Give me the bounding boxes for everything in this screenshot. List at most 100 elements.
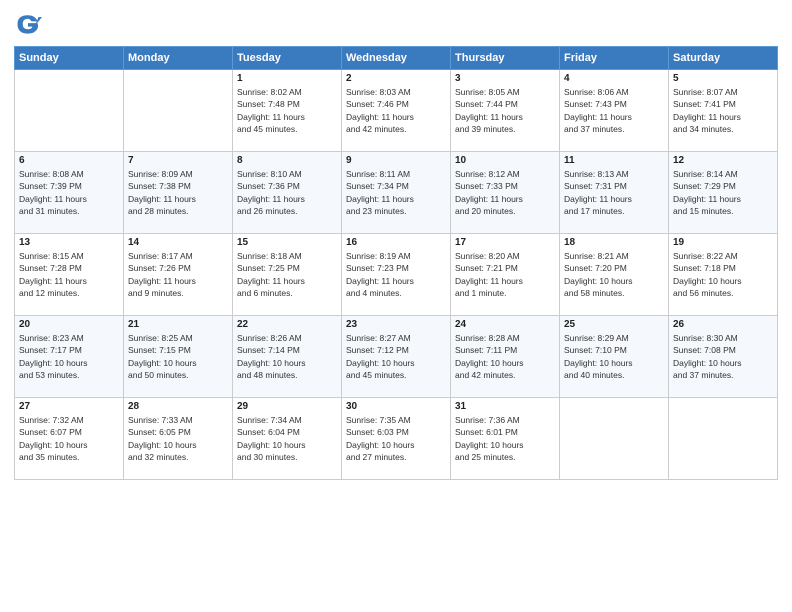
- calendar-cell: 5 Sunrise: 8:07 AM Sunset: 7:41 PM Daylig…: [669, 70, 778, 152]
- day-number: 30: [346, 401, 446, 412]
- week-row-4: 27 Sunrise: 7:32 AM Sunset: 6:07 PM Dayli…: [15, 398, 778, 480]
- day-number: 20: [19, 319, 119, 330]
- logo: [14, 10, 46, 38]
- day-number: 1: [237, 73, 337, 84]
- day-info: Sunrise: 8:15 AM Sunset: 7:28 PM Dayligh…: [19, 250, 119, 299]
- calendar-cell: 18Sunrise: 8:21 AM Sunset: 7:20 PM Dayli…: [560, 234, 669, 316]
- calendar-cell: 24 Sunrise: 8:28 AM Sunset: 7:11 PM Dayli…: [451, 316, 560, 398]
- day-number: 24: [455, 319, 555, 330]
- day-number: 8: [237, 155, 337, 166]
- day-info: Sunrise: 8:22 AM Sunset: 7:18 PM Dayligh…: [673, 250, 773, 299]
- day-info: Sunrise: 8:02 AM Sunset: 7:48 PM Dayligh…: [237, 86, 337, 135]
- calendar-cell: 13Sunrise: 8:15 AM Sunset: 7:28 PM Dayli…: [15, 234, 124, 316]
- day-info: Sunrise: 8:17 AM Sunset: 7:26 PM Dayligh…: [128, 250, 228, 299]
- calendar-cell: 16Sunrise: 8:19 AM Sunset: 7:23 PM Dayli…: [342, 234, 451, 316]
- header-saturday: Saturday: [669, 47, 778, 70]
- calendar-cell: 4 Sunrise: 8:06 AM Sunset: 7:43 PM Daylig…: [560, 70, 669, 152]
- day-info: Sunrise: 8:11 AM Sunset: 7:34 PM Dayligh…: [346, 168, 446, 217]
- calendar-header: SundayMondayTuesdayWednesdayThursdayFrid…: [15, 47, 778, 70]
- day-number: 28: [128, 401, 228, 412]
- calendar-cell: 1 Sunrise: 8:02 AM Sunset: 7:48 PM Daylig…: [233, 70, 342, 152]
- header-friday: Friday: [560, 47, 669, 70]
- day-number: 23: [346, 319, 446, 330]
- day-info: Sunrise: 8:12 AM Sunset: 7:33 PM Dayligh…: [455, 168, 555, 217]
- day-number: 14: [128, 237, 228, 248]
- day-info: Sunrise: 8:03 AM Sunset: 7:46 PM Dayligh…: [346, 86, 446, 135]
- day-info: Sunrise: 8:26 AM Sunset: 7:14 PM Dayligh…: [237, 332, 337, 381]
- day-info: Sunrise: 7:36 AM Sunset: 6:01 PM Dayligh…: [455, 414, 555, 463]
- day-info: Sunrise: 7:33 AM Sunset: 6:05 PM Dayligh…: [128, 414, 228, 463]
- calendar-cell: 23 Sunrise: 8:27 AM Sunset: 7:12 PM Dayli…: [342, 316, 451, 398]
- day-info: Sunrise: 8:18 AM Sunset: 7:25 PM Dayligh…: [237, 250, 337, 299]
- header-tuesday: Tuesday: [233, 47, 342, 70]
- day-number: 22: [237, 319, 337, 330]
- calendar-cell: 17Sunrise: 8:20 AM Sunset: 7:21 PM Dayli…: [451, 234, 560, 316]
- day-info: Sunrise: 8:23 AM Sunset: 7:17 PM Dayligh…: [19, 332, 119, 381]
- header-thursday: Thursday: [451, 47, 560, 70]
- day-number: 10: [455, 155, 555, 166]
- day-info: Sunrise: 8:27 AM Sunset: 7:12 PM Dayligh…: [346, 332, 446, 381]
- day-number: 25: [564, 319, 664, 330]
- day-info: Sunrise: 8:29 AM Sunset: 7:10 PM Dayligh…: [564, 332, 664, 381]
- week-row-1: 6 Sunrise: 8:08 AM Sunset: 7:39 PM Daylig…: [15, 152, 778, 234]
- day-info: Sunrise: 8:13 AM Sunset: 7:31 PM Dayligh…: [564, 168, 664, 217]
- day-number: 6: [19, 155, 119, 166]
- calendar-cell: 6 Sunrise: 8:08 AM Sunset: 7:39 PM Daylig…: [15, 152, 124, 234]
- calendar-cell: 9Sunrise: 8:11 AM Sunset: 7:34 PM Daylig…: [342, 152, 451, 234]
- header-wednesday: Wednesday: [342, 47, 451, 70]
- day-info: Sunrise: 8:08 AM Sunset: 7:39 PM Dayligh…: [19, 168, 119, 217]
- day-number: 26: [673, 319, 773, 330]
- calendar-cell: [124, 70, 233, 152]
- calendar-cell: 15 Sunrise: 8:18 AM Sunset: 7:25 PM Dayli…: [233, 234, 342, 316]
- day-number: 2: [346, 73, 446, 84]
- calendar-cell: 22 Sunrise: 8:26 AM Sunset: 7:14 PM Dayli…: [233, 316, 342, 398]
- calendar-cell: 8Sunrise: 8:10 AM Sunset: 7:36 PM Daylig…: [233, 152, 342, 234]
- logo-icon: [14, 10, 42, 38]
- calendar-cell: 30Sunrise: 7:35 AM Sunset: 6:03 PM Dayli…: [342, 398, 451, 480]
- calendar-cell: 25 Sunrise: 8:29 AM Sunset: 7:10 PM Dayli…: [560, 316, 669, 398]
- day-info: Sunrise: 8:07 AM Sunset: 7:41 PM Dayligh…: [673, 86, 773, 135]
- calendar-cell: [669, 398, 778, 480]
- calendar-cell: 26 Sunrise: 8:30 AM Sunset: 7:08 PM Dayli…: [669, 316, 778, 398]
- day-number: 4: [564, 73, 664, 84]
- calendar-cell: 19 Sunrise: 8:22 AM Sunset: 7:18 PM Dayli…: [669, 234, 778, 316]
- calendar-cell: [560, 398, 669, 480]
- day-number: 19: [673, 237, 773, 248]
- calendar-cell: 20 Sunrise: 8:23 AM Sunset: 7:17 PM Dayli…: [15, 316, 124, 398]
- day-number: 15: [237, 237, 337, 248]
- calendar-cell: 11 Sunrise: 8:13 AM Sunset: 7:31 PM Dayli…: [560, 152, 669, 234]
- day-number: 16: [346, 237, 446, 248]
- day-info: Sunrise: 8:28 AM Sunset: 7:11 PM Dayligh…: [455, 332, 555, 381]
- calendar-cell: 29 Sunrise: 7:34 AM Sunset: 6:04 PM Dayli…: [233, 398, 342, 480]
- calendar-cell: 14 Sunrise: 8:17 AM Sunset: 7:26 PM Dayli…: [124, 234, 233, 316]
- day-number: 29: [237, 401, 337, 412]
- day-number: 11: [564, 155, 664, 166]
- day-info: Sunrise: 7:32 AM Sunset: 6:07 PM Dayligh…: [19, 414, 119, 463]
- day-info: Sunrise: 7:34 AM Sunset: 6:04 PM Dayligh…: [237, 414, 337, 463]
- header-monday: Monday: [124, 47, 233, 70]
- day-number: 31: [455, 401, 555, 412]
- week-row-0: 1 Sunrise: 8:02 AM Sunset: 7:48 PM Daylig…: [15, 70, 778, 152]
- calendar-cell: [15, 70, 124, 152]
- header-sunday: Sunday: [15, 47, 124, 70]
- calendar-cell: 21 Sunrise: 8:25 AM Sunset: 7:15 PM Dayli…: [124, 316, 233, 398]
- calendar-body: 1 Sunrise: 8:02 AM Sunset: 7:48 PM Daylig…: [15, 70, 778, 480]
- header: [14, 10, 778, 38]
- day-number: 5: [673, 73, 773, 84]
- week-row-3: 20 Sunrise: 8:23 AM Sunset: 7:17 PM Dayli…: [15, 316, 778, 398]
- week-row-2: 13Sunrise: 8:15 AM Sunset: 7:28 PM Dayli…: [15, 234, 778, 316]
- calendar-cell: 7Sunrise: 8:09 AM Sunset: 7:38 PM Daylig…: [124, 152, 233, 234]
- day-info: Sunrise: 8:21 AM Sunset: 7:20 PM Dayligh…: [564, 250, 664, 299]
- day-number: 3: [455, 73, 555, 84]
- day-info: Sunrise: 8:14 AM Sunset: 7:29 PM Dayligh…: [673, 168, 773, 217]
- calendar-cell: 28 Sunrise: 7:33 AM Sunset: 6:05 PM Dayli…: [124, 398, 233, 480]
- day-number: 27: [19, 401, 119, 412]
- calendar-cell: 2 Sunrise: 8:03 AM Sunset: 7:46 PM Daylig…: [342, 70, 451, 152]
- calendar-cell: 3Sunrise: 8:05 AM Sunset: 7:44 PM Daylig…: [451, 70, 560, 152]
- day-info: Sunrise: 8:25 AM Sunset: 7:15 PM Dayligh…: [128, 332, 228, 381]
- day-number: 12: [673, 155, 773, 166]
- day-info: Sunrise: 8:30 AM Sunset: 7:08 PM Dayligh…: [673, 332, 773, 381]
- day-info: Sunrise: 8:06 AM Sunset: 7:43 PM Dayligh…: [564, 86, 664, 135]
- day-number: 21: [128, 319, 228, 330]
- day-info: Sunrise: 8:09 AM Sunset: 7:38 PM Dayligh…: [128, 168, 228, 217]
